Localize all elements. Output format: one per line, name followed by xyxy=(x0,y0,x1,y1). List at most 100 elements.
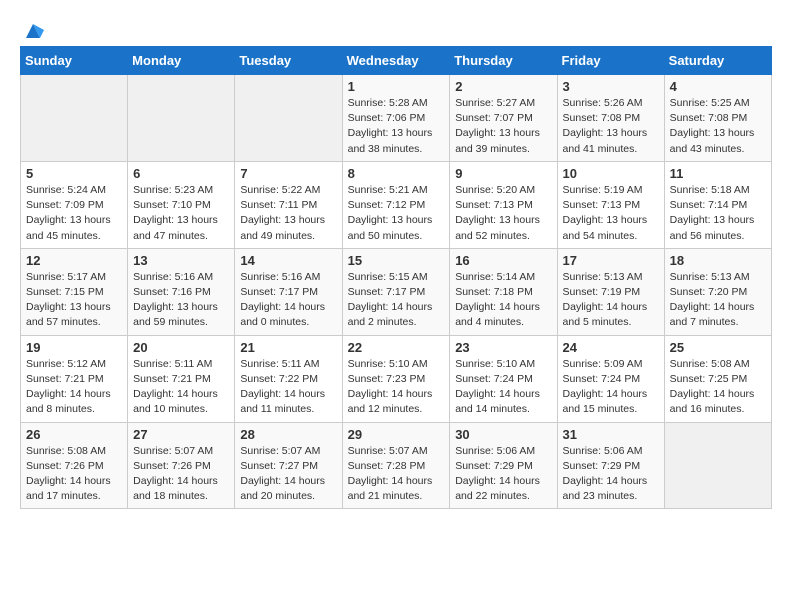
day-number: 25 xyxy=(670,340,766,355)
calendar-cell: 18 Sunrise: 5:13 AM Sunset: 7:20 PM Dayli… xyxy=(664,248,771,335)
calendar-cell: 27 Sunrise: 5:07 AM Sunset: 7:26 PM Dayli… xyxy=(128,422,235,509)
day-info: Sunrise: 5:17 AM Sunset: 7:15 PM Dayligh… xyxy=(26,270,122,331)
calendar-cell xyxy=(21,75,128,162)
weekday-header: Tuesday xyxy=(235,47,342,75)
calendar-table: SundayMondayTuesdayWednesdayThursdayFrid… xyxy=(20,46,772,509)
calendar-cell: 19 Sunrise: 5:12 AM Sunset: 7:21 PM Dayli… xyxy=(21,335,128,422)
day-info: Sunrise: 5:07 AM Sunset: 7:26 PM Dayligh… xyxy=(133,444,229,505)
calendar-cell xyxy=(235,75,342,162)
day-number: 13 xyxy=(133,253,229,268)
calendar-cell: 2 Sunrise: 5:27 AM Sunset: 7:07 PM Daylig… xyxy=(450,75,557,162)
day-number: 15 xyxy=(348,253,445,268)
day-info: Sunrise: 5:10 AM Sunset: 7:24 PM Dayligh… xyxy=(455,357,551,418)
day-number: 4 xyxy=(670,79,766,94)
calendar-cell: 23 Sunrise: 5:10 AM Sunset: 7:24 PM Dayli… xyxy=(450,335,557,422)
calendar-cell: 22 Sunrise: 5:10 AM Sunset: 7:23 PM Dayli… xyxy=(342,335,450,422)
page-header xyxy=(20,20,772,36)
calendar-cell: 4Sunrise: 5:25 AM Sunset: 7:08 PM Daylig… xyxy=(664,75,771,162)
weekday-header: Wednesday xyxy=(342,47,450,75)
day-info: Sunrise: 5:06 AM Sunset: 7:29 PM Dayligh… xyxy=(455,444,551,505)
calendar-cell: 30 Sunrise: 5:06 AM Sunset: 7:29 PM Dayli… xyxy=(450,422,557,509)
day-info: Sunrise: 5:08 AM Sunset: 7:26 PM Dayligh… xyxy=(26,444,122,505)
calendar-cell: 7 Sunrise: 5:22 AM Sunset: 7:11 PM Daylig… xyxy=(235,161,342,248)
day-info: Sunrise: 5:23 AM Sunset: 7:10 PM Dayligh… xyxy=(133,183,229,244)
day-number: 7 xyxy=(240,166,336,181)
calendar-cell: 26Sunrise: 5:08 AM Sunset: 7:26 PM Dayli… xyxy=(21,422,128,509)
calendar-week-row: 12Sunrise: 5:17 AM Sunset: 7:15 PM Dayli… xyxy=(21,248,772,335)
calendar-cell: 5Sunrise: 5:24 AM Sunset: 7:09 PM Daylig… xyxy=(21,161,128,248)
day-info: Sunrise: 5:08 AM Sunset: 7:25 PM Dayligh… xyxy=(670,357,766,418)
day-info: Sunrise: 5:07 AM Sunset: 7:28 PM Dayligh… xyxy=(348,444,445,505)
weekday-header: Sunday xyxy=(21,47,128,75)
day-number: 21 xyxy=(240,340,336,355)
logo xyxy=(20,20,44,36)
calendar-cell: 8 Sunrise: 5:21 AM Sunset: 7:12 PM Daylig… xyxy=(342,161,450,248)
day-info: Sunrise: 5:26 AM Sunset: 7:08 PM Dayligh… xyxy=(563,96,659,157)
calendar-cell xyxy=(128,75,235,162)
day-number: 16 xyxy=(455,253,551,268)
calendar-cell: 14 Sunrise: 5:16 AM Sunset: 7:17 PM Dayli… xyxy=(235,248,342,335)
day-number: 23 xyxy=(455,340,551,355)
day-number: 30 xyxy=(455,427,551,442)
day-info: Sunrise: 5:11 AM Sunset: 7:22 PM Dayligh… xyxy=(240,357,336,418)
day-info: Sunrise: 5:13 AM Sunset: 7:20 PM Dayligh… xyxy=(670,270,766,331)
day-info: Sunrise: 5:28 AM Sunset: 7:06 PM Dayligh… xyxy=(348,96,445,157)
day-number: 9 xyxy=(455,166,551,181)
calendar-cell: 21 Sunrise: 5:11 AM Sunset: 7:22 PM Dayli… xyxy=(235,335,342,422)
day-number: 3 xyxy=(563,79,659,94)
calendar-cell: 17Sunrise: 5:13 AM Sunset: 7:19 PM Dayli… xyxy=(557,248,664,335)
day-info: Sunrise: 5:19 AM Sunset: 7:13 PM Dayligh… xyxy=(563,183,659,244)
calendar-cell: 1Sunrise: 5:28 AM Sunset: 7:06 PM Daylig… xyxy=(342,75,450,162)
calendar-cell: 12Sunrise: 5:17 AM Sunset: 7:15 PM Dayli… xyxy=(21,248,128,335)
day-number: 20 xyxy=(133,340,229,355)
day-number: 2 xyxy=(455,79,551,94)
calendar-cell: 13Sunrise: 5:16 AM Sunset: 7:16 PM Dayli… xyxy=(128,248,235,335)
calendar-cell: 11 Sunrise: 5:18 AM Sunset: 7:14 PM Dayli… xyxy=(664,161,771,248)
day-info: Sunrise: 5:20 AM Sunset: 7:13 PM Dayligh… xyxy=(455,183,551,244)
weekday-header: Friday xyxy=(557,47,664,75)
day-number: 14 xyxy=(240,253,336,268)
day-info: Sunrise: 5:09 AM Sunset: 7:24 PM Dayligh… xyxy=(563,357,659,418)
calendar-week-row: 1Sunrise: 5:28 AM Sunset: 7:06 PM Daylig… xyxy=(21,75,772,162)
logo-icon xyxy=(22,20,44,42)
day-info: Sunrise: 5:15 AM Sunset: 7:17 PM Dayligh… xyxy=(348,270,445,331)
day-info: Sunrise: 5:11 AM Sunset: 7:21 PM Dayligh… xyxy=(133,357,229,418)
calendar-week-row: 26Sunrise: 5:08 AM Sunset: 7:26 PM Dayli… xyxy=(21,422,772,509)
calendar-cell: 28Sunrise: 5:07 AM Sunset: 7:27 PM Dayli… xyxy=(235,422,342,509)
calendar-week-row: 19 Sunrise: 5:12 AM Sunset: 7:21 PM Dayli… xyxy=(21,335,772,422)
weekday-header: Saturday xyxy=(664,47,771,75)
weekday-header-row: SundayMondayTuesdayWednesdayThursdayFrid… xyxy=(21,47,772,75)
calendar-cell xyxy=(664,422,771,509)
day-number: 27 xyxy=(133,427,229,442)
day-info: Sunrise: 5:13 AM Sunset: 7:19 PM Dayligh… xyxy=(563,270,659,331)
day-number: 6 xyxy=(133,166,229,181)
calendar-cell: 15 Sunrise: 5:15 AM Sunset: 7:17 PM Dayli… xyxy=(342,248,450,335)
day-number: 29 xyxy=(348,427,445,442)
day-info: Sunrise: 5:10 AM Sunset: 7:23 PM Dayligh… xyxy=(348,357,445,418)
day-number: 31 xyxy=(563,427,659,442)
calendar-cell: 31 Sunrise: 5:06 AM Sunset: 7:29 PM Dayli… xyxy=(557,422,664,509)
day-number: 19 xyxy=(26,340,122,355)
weekday-header: Thursday xyxy=(450,47,557,75)
weekday-header: Monday xyxy=(128,47,235,75)
day-info: Sunrise: 5:06 AM Sunset: 7:29 PM Dayligh… xyxy=(563,444,659,505)
calendar-cell: 6 Sunrise: 5:23 AM Sunset: 7:10 PM Daylig… xyxy=(128,161,235,248)
day-number: 5 xyxy=(26,166,122,181)
calendar-cell: 24 Sunrise: 5:09 AM Sunset: 7:24 PM Dayli… xyxy=(557,335,664,422)
day-number: 24 xyxy=(563,340,659,355)
day-number: 11 xyxy=(670,166,766,181)
day-info: Sunrise: 5:16 AM Sunset: 7:17 PM Dayligh… xyxy=(240,270,336,331)
calendar-week-row: 5Sunrise: 5:24 AM Sunset: 7:09 PM Daylig… xyxy=(21,161,772,248)
calendar-cell: 16Sunrise: 5:14 AM Sunset: 7:18 PM Dayli… xyxy=(450,248,557,335)
day-info: Sunrise: 5:22 AM Sunset: 7:11 PM Dayligh… xyxy=(240,183,336,244)
calendar-cell: 9 Sunrise: 5:20 AM Sunset: 7:13 PM Daylig… xyxy=(450,161,557,248)
day-info: Sunrise: 5:21 AM Sunset: 7:12 PM Dayligh… xyxy=(348,183,445,244)
day-number: 28 xyxy=(240,427,336,442)
day-number: 8 xyxy=(348,166,445,181)
day-info: Sunrise: 5:18 AM Sunset: 7:14 PM Dayligh… xyxy=(670,183,766,244)
day-info: Sunrise: 5:12 AM Sunset: 7:21 PM Dayligh… xyxy=(26,357,122,418)
day-info: Sunrise: 5:27 AM Sunset: 7:07 PM Dayligh… xyxy=(455,96,551,157)
day-number: 18 xyxy=(670,253,766,268)
calendar-cell: 29 Sunrise: 5:07 AM Sunset: 7:28 PM Dayli… xyxy=(342,422,450,509)
day-number: 22 xyxy=(348,340,445,355)
